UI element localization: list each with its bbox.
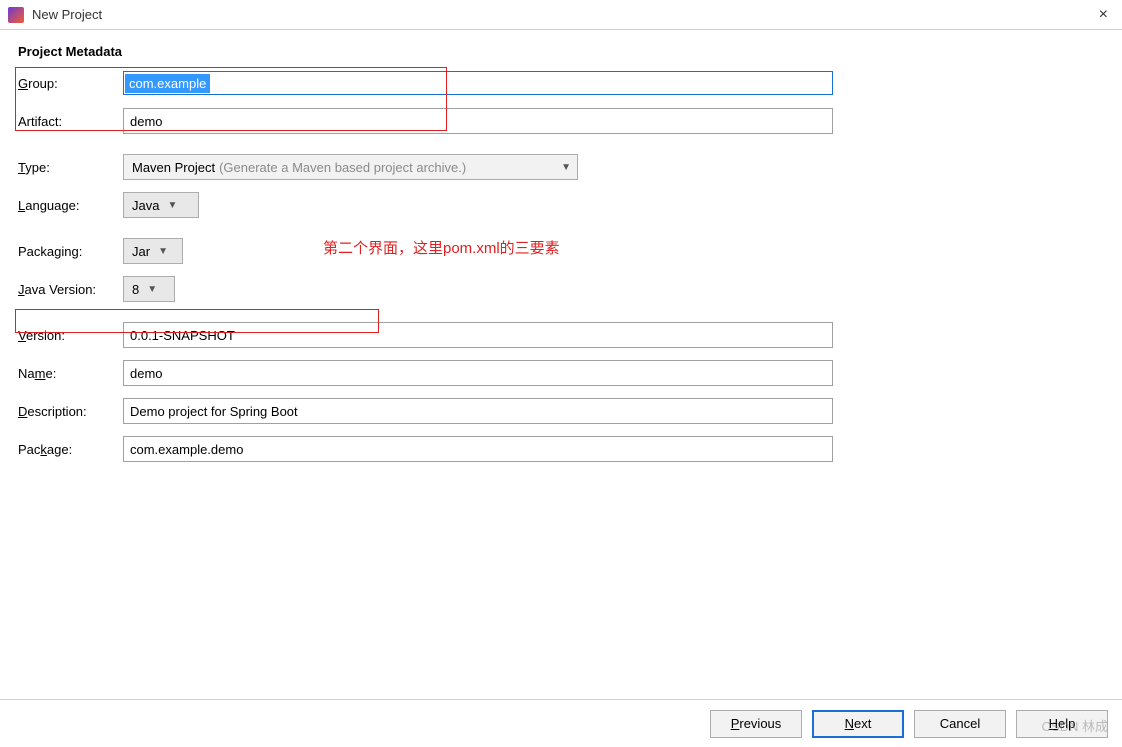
chevron-down-icon: ▼: [167, 200, 177, 211]
window-title: New Project: [32, 7, 1093, 22]
type-value: Maven Project: [132, 160, 215, 175]
language-value: Java: [132, 198, 159, 213]
section-header: Project Metadata: [18, 44, 1104, 59]
row-packaging: Packaging: Jar ▼: [18, 237, 1104, 265]
previous-button[interactable]: Previous: [710, 710, 802, 738]
label-description: Description:: [18, 404, 123, 419]
form: 第二个界面，这里pom.xml的三要素 Group: com.example A…: [18, 69, 1104, 463]
footer: Previous Next Cancel Help: [0, 699, 1122, 747]
row-name: Name:: [18, 359, 1104, 387]
row-artifact: Artifact:: [18, 107, 1104, 135]
help-button[interactable]: Help: [1016, 710, 1108, 738]
version-input[interactable]: [123, 322, 833, 348]
row-group: Group: com.example: [18, 69, 1104, 97]
java-version-select[interactable]: 8 ▼: [123, 276, 175, 302]
package-input[interactable]: [123, 436, 833, 462]
chevron-down-icon: ▼: [158, 246, 168, 257]
annotation-text: 第二个界面，这里pom.xml的三要素: [323, 237, 560, 258]
label-version: Version:: [18, 328, 123, 343]
label-name: Name:: [18, 366, 123, 381]
row-java-version: Java Version: 8 ▼: [18, 275, 1104, 303]
label-language: Language:: [18, 198, 123, 213]
row-description: Description:: [18, 397, 1104, 425]
label-artifact: Artifact:: [18, 114, 123, 129]
close-icon[interactable]: ×: [1093, 6, 1114, 24]
row-language: Language: Java ▼: [18, 191, 1104, 219]
packaging-value: Jar: [132, 244, 150, 259]
label-packaging: Packaging:: [18, 244, 123, 259]
app-icon: [8, 7, 24, 23]
row-type: Type: Maven Project (Generate a Maven ba…: [18, 153, 1104, 181]
label-java-version: Java Version:: [18, 282, 123, 297]
label-package: Package:: [18, 442, 123, 457]
name-input[interactable]: [123, 360, 833, 386]
packaging-select[interactable]: Jar ▼: [123, 238, 183, 264]
java-version-value: 8: [132, 282, 139, 297]
language-select[interactable]: Java ▼: [123, 192, 199, 218]
next-button[interactable]: Next: [812, 710, 904, 738]
chevron-down-icon: ▼: [147, 284, 157, 295]
group-input[interactable]: com.example: [123, 71, 833, 95]
chevron-down-icon: ▼: [561, 162, 571, 173]
row-package: Package:: [18, 435, 1104, 463]
group-value: com.example: [125, 74, 210, 93]
type-hint: (Generate a Maven based project archive.…: [219, 160, 466, 175]
content-area: Project Metadata 第二个界面，这里pom.xml的三要素 Gro…: [0, 30, 1122, 463]
type-select[interactable]: Maven Project (Generate a Maven based pr…: [123, 154, 578, 180]
label-group: Group:: [18, 76, 123, 91]
cancel-button[interactable]: Cancel: [914, 710, 1006, 738]
label-type: Type:: [18, 160, 123, 175]
description-input[interactable]: [123, 398, 833, 424]
artifact-input[interactable]: [123, 108, 833, 134]
titlebar: New Project ×: [0, 0, 1122, 30]
row-version: Version:: [18, 321, 1104, 349]
